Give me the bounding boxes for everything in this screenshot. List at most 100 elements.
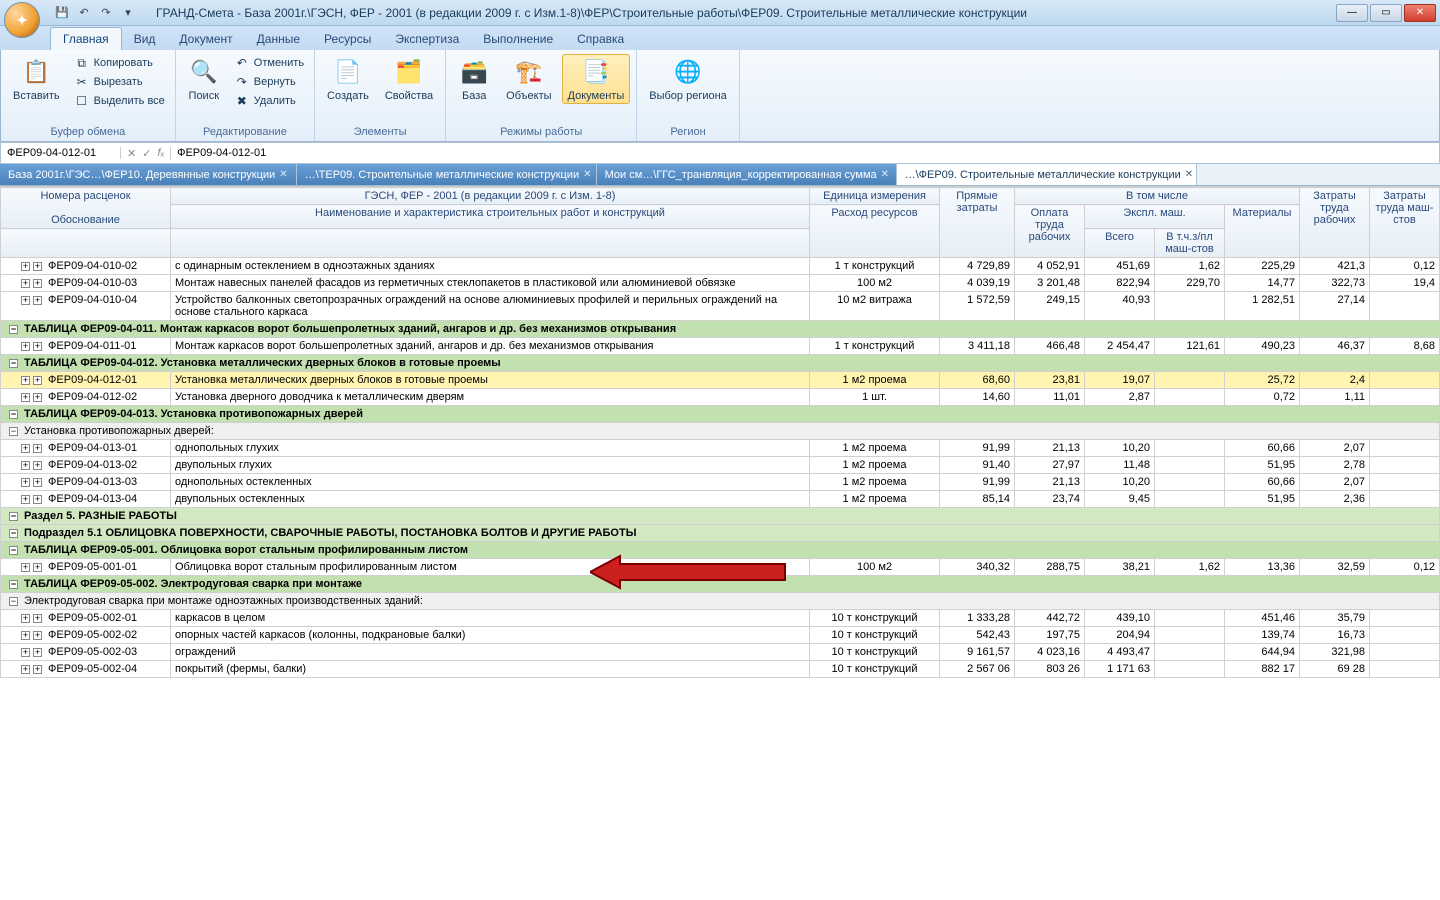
formula-fx-icon[interactable]: fₓ <box>157 147 164 160</box>
collapse-icon[interactable]: − <box>9 325 18 334</box>
col-including[interactable]: В том числе <box>1015 188 1300 205</box>
collapse-icon[interactable]: − <box>9 580 18 589</box>
expand-icon[interactable]: + <box>21 296 30 305</box>
app-orb-button[interactable]: ✦ <box>4 2 40 38</box>
doc-tab-close-2[interactable]: ✕ <box>881 169 889 180</box>
cut-button[interactable]: ✂Вырезать <box>70 73 169 91</box>
cell-reference[interactable]: ФЕР09-04-012-01 <box>1 147 121 159</box>
expand-icon[interactable]: + <box>33 376 42 385</box>
formula-cancel-icon[interactable]: ✕ <box>127 147 136 160</box>
table-row[interactable]: ++ ФЕР09-05-002-01каркасов в целом10 т к… <box>1 610 1440 627</box>
collapse-icon[interactable]: − <box>9 427 18 436</box>
expand-icon[interactable]: + <box>21 614 30 623</box>
expand-icon[interactable]: + <box>33 563 42 572</box>
table-row[interactable]: ++ ФЕР09-04-013-02двупольных глухих1 м2 … <box>1 457 1440 474</box>
table-row[interactable]: − Установка противопожарных дверей: <box>1 423 1440 440</box>
table-row[interactable]: ++ ФЕР09-04-010-02с одинарным остекление… <box>1 258 1440 275</box>
col-unit[interactable]: Единица измерения <box>810 188 940 205</box>
collapse-icon[interactable]: − <box>9 529 18 538</box>
table-row[interactable]: ++ ФЕР09-04-013-04двупольных остекленных… <box>1 491 1440 508</box>
table-row[interactable]: ++ ФЕР09-04-012-01Установка металлически… <box>1 372 1440 389</box>
table-row[interactable]: − Подраздел 5.1 ОБЛИЦОВКА ПОВЕРХНОСТИ, С… <box>1 525 1440 542</box>
table-row[interactable]: ++ ФЕР09-04-010-04Устройство балконных с… <box>1 292 1440 321</box>
table-row[interactable]: − Раздел 5. РАЗНЫЕ РАБОТЫ <box>1 508 1440 525</box>
col-nametop[interactable]: ГЭСН, ФЕР - 2001 (в редакции 2009 г. с И… <box>171 188 810 205</box>
doc-tab-3[interactable]: …\ФЕР09. Строительные металлические конс… <box>897 164 1197 185</box>
objects-mode-button[interactable]: 🏗️ Объекты <box>500 54 557 104</box>
table-row[interactable]: ++ ФЕР09-05-002-04покрытий (фермы, балки… <box>1 661 1440 678</box>
search-button[interactable]: 🔍 Поиск <box>182 54 226 104</box>
expand-icon[interactable]: + <box>21 461 30 470</box>
ribbon-tab-1[interactable]: Вид <box>122 28 168 50</box>
table-row[interactable]: ++ ФЕР09-04-010-03Монтаж навесных панеле… <box>1 275 1440 292</box>
paste-button[interactable]: 📋 Вставить <box>7 54 66 104</box>
col-consumption[interactable]: Расход ресурсов <box>810 205 940 258</box>
collapse-icon[interactable]: − <box>9 410 18 419</box>
table-row[interactable]: ++ ФЕР09-05-002-03ограждений10 т констру… <box>1 644 1440 661</box>
expand-icon[interactable]: + <box>33 631 42 640</box>
close-button[interactable]: ✕ <box>1404 4 1436 22</box>
redo-button[interactable]: ↷Вернуть <box>230 73 308 91</box>
table-row[interactable]: − ТАБЛИЦА ФЕР09-05-001. Облицовка ворот … <box>1 542 1440 559</box>
ribbon-tab-7[interactable]: Справка <box>565 28 636 50</box>
expand-icon[interactable]: + <box>21 478 30 487</box>
table-row[interactable]: − ТАБЛИЦА ФЕР09-04-013. Установка против… <box>1 406 1440 423</box>
table-row[interactable]: − ТАБЛИЦА ФЕР09-04-011. Монтаж каркасов … <box>1 321 1440 338</box>
expand-icon[interactable]: + <box>21 648 30 657</box>
expand-icon[interactable]: + <box>33 296 42 305</box>
expand-icon[interactable]: + <box>21 444 30 453</box>
delete-button[interactable]: ✖Удалить <box>230 92 308 110</box>
qat-undo-icon[interactable]: ↶ <box>76 5 92 21</box>
region-button[interactable]: 🌐 Выбор региона <box>643 54 733 104</box>
ribbon-tab-3[interactable]: Данные <box>245 28 312 50</box>
qat-save-icon[interactable]: 💾 <box>54 5 70 21</box>
maximize-button[interactable]: ▭ <box>1370 4 1402 22</box>
col-direct[interactable]: Прямые затраты <box>940 188 1015 258</box>
formula-value[interactable]: ФЕР09-04-012-01 <box>171 147 1439 159</box>
ribbon-tab-4[interactable]: Ресурсы <box>312 28 383 50</box>
doc-tab-close-1[interactable]: ✕ <box>583 169 591 180</box>
expand-icon[interactable]: + <box>21 631 30 640</box>
ribbon-tab-6[interactable]: Выполнение <box>471 28 565 50</box>
expand-icon[interactable]: + <box>33 393 42 402</box>
documents-mode-button[interactable]: 📑 Документы <box>562 54 631 104</box>
collapse-icon[interactable]: − <box>9 359 18 368</box>
properties-button[interactable]: 🗂️ Свойства <box>379 54 439 104</box>
expand-icon[interactable]: + <box>33 478 42 487</box>
expand-icon[interactable]: + <box>33 648 42 657</box>
expand-icon[interactable]: + <box>21 342 30 351</box>
expand-icon[interactable]: + <box>21 563 30 572</box>
expand-icon[interactable]: + <box>33 279 42 288</box>
expand-icon[interactable]: + <box>33 614 42 623</box>
col-labor-machines[interactable]: Затраты труда маш-стов <box>1370 188 1440 258</box>
col-expl[interactable]: Экспл. маш. <box>1085 205 1225 229</box>
create-button[interactable]: 📄 Создать <box>321 54 375 104</box>
table-row[interactable]: ++ ФЕР09-05-001-01Облицовка ворот стальн… <box>1 559 1440 576</box>
doc-tab-0[interactable]: База 2001г.\ГЭС…\ФЕР10. Деревянные конст… <box>0 164 297 185</box>
table-row[interactable]: − Электродуговая сварка при монтаже одно… <box>1 593 1440 610</box>
qat-dropdown-icon[interactable]: ▾ <box>120 5 136 21</box>
undo-button[interactable]: ↶Отменить <box>230 54 308 72</box>
col-labor-workers[interactable]: Затраты труда рабочих <box>1300 188 1370 258</box>
table-row[interactable]: − ТАБЛИЦА ФЕР09-04-012. Установка металл… <box>1 355 1440 372</box>
col-code[interactable]: Номера расценокОбоснование <box>1 188 171 229</box>
col-incl-wages[interactable]: В т.ч.з/пл маш-стов <box>1155 229 1225 258</box>
expand-icon[interactable]: + <box>33 461 42 470</box>
minimize-button[interactable]: — <box>1336 4 1368 22</box>
expand-icon[interactable]: + <box>33 444 42 453</box>
col-wages[interactable]: Оплата труда рабочих <box>1015 205 1085 258</box>
select-all-button[interactable]: ☐Выделить все <box>70 92 169 110</box>
expand-icon[interactable]: + <box>21 393 30 402</box>
expand-icon[interactable]: + <box>33 495 42 504</box>
collapse-icon[interactable]: − <box>9 512 18 521</box>
ribbon-tab-0[interactable]: Главная <box>50 27 122 50</box>
expand-icon[interactable]: + <box>21 665 30 674</box>
formula-accept-icon[interactable]: ✓ <box>142 147 151 160</box>
doc-tab-2[interactable]: Мои см…\ГГС_транвляция_корректированная … <box>597 164 897 185</box>
base-mode-button[interactable]: 🗃️ База <box>452 54 496 104</box>
collapse-icon[interactable]: − <box>9 546 18 555</box>
doc-tab-close-0[interactable]: ✕ <box>279 169 287 180</box>
table-row[interactable]: ++ ФЕР09-04-012-02Установка дверного дов… <box>1 389 1440 406</box>
expand-icon[interactable]: + <box>21 262 30 271</box>
expand-icon[interactable]: + <box>21 376 30 385</box>
